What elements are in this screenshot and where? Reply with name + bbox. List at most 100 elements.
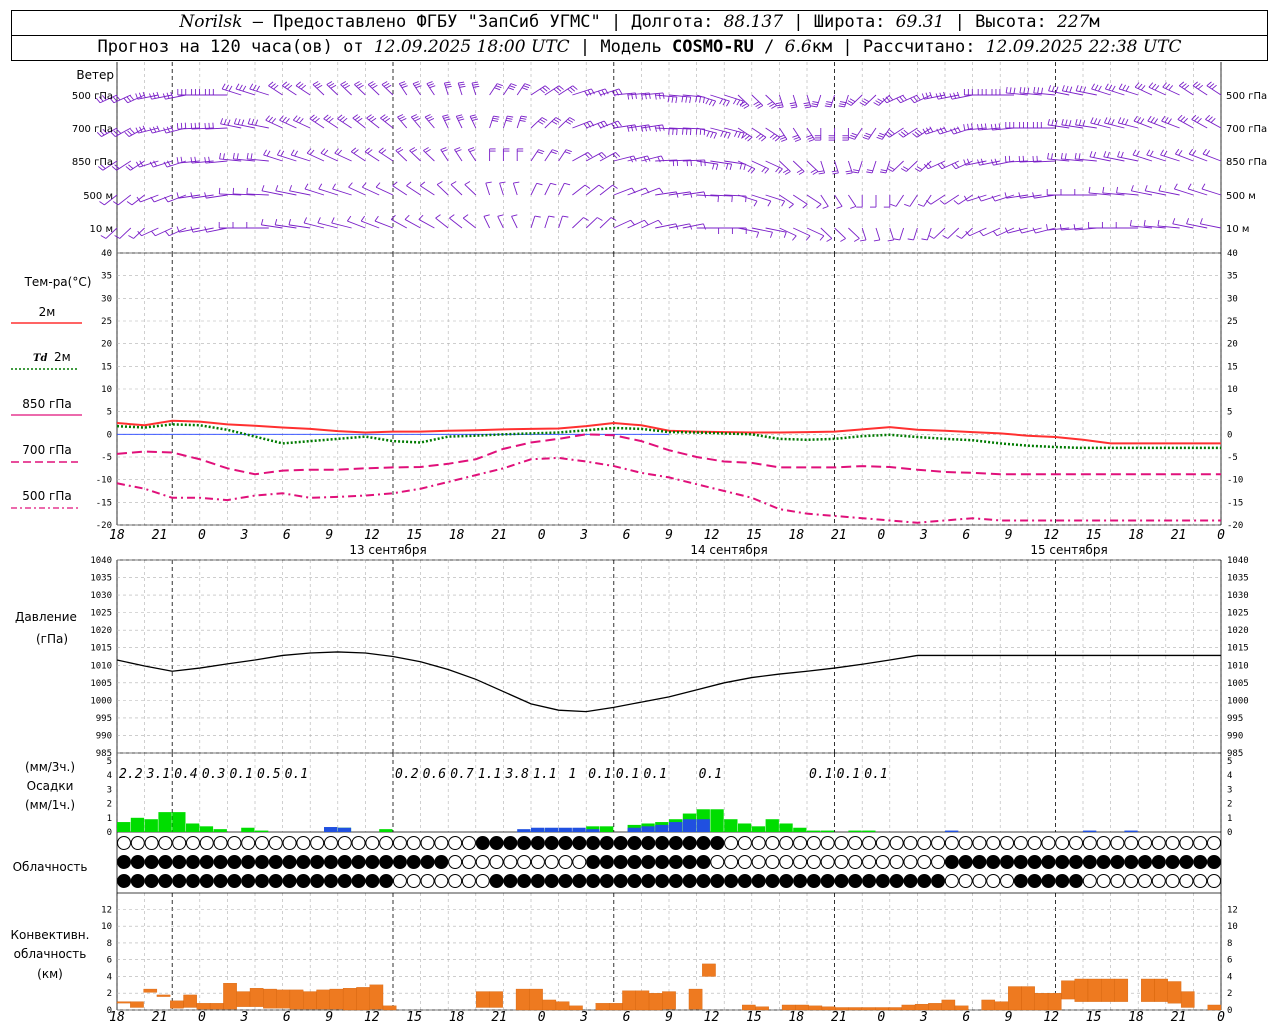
precip-3h-value: 0.3 [202,767,225,782]
wind-barb-feather [584,90,588,97]
wind-barb [558,183,565,196]
wind-barb-feather [381,81,388,85]
wind-barb-feather [1160,149,1164,156]
wind-barb-feather [1107,151,1110,158]
x-tick-label-bottom: 21 [152,1010,168,1024]
wind-barb-feather [1068,120,1072,127]
wind-barb-feather [128,235,134,239]
wind-barb-feather [731,196,733,203]
wind-barb [426,83,435,96]
cloud-cover-symbol [848,855,863,869]
wind-barb-feather [1104,83,1109,90]
x-tick-label: 9 [1005,528,1013,543]
wind-barb-feather [956,235,962,239]
wind-barb-feather [360,215,365,222]
wind-barb-feather [712,100,717,107]
wind-barb-feather [1089,151,1093,158]
cloud-cover-symbol [862,855,877,869]
wind-barb-feather [454,147,461,151]
wind-barb [497,216,504,229]
precip-1h-bar [1083,830,1097,832]
cloud-cover-symbol [1165,836,1180,850]
cloud-cover-symbol [420,874,435,888]
wind-barb-feather [130,128,135,134]
wind-barb-feather [943,126,947,133]
wind-barb-feather [725,163,729,170]
wind-barb-feather [804,104,811,107]
pressure-tick-right: 1020 [1227,626,1249,636]
wind-barb-feather [534,215,541,218]
temp-tick-right: 25 [1227,317,1238,327]
wind-barb-feather [275,185,279,192]
wind-barb [792,127,802,140]
wind-barb-feather [893,238,900,241]
wind-barb-feather [852,171,859,174]
wind-barb-feather [807,136,814,140]
date-label: 14 сентября [690,543,767,557]
x-tick-label: 21 [152,528,168,543]
pressure-tick-left: 990 [96,731,112,741]
cloud-cover-symbol [1165,874,1180,888]
temp-tick-right: 40 [1227,249,1238,259]
pressure-tick-right: 1025 [1227,609,1249,619]
wind-barb-feather [755,133,762,139]
wind-barb [467,149,477,162]
wind-barb-feather [929,91,933,98]
wind-barb-feather [232,152,235,159]
cloud-cover-symbol [448,836,463,850]
precip-3h-bar [724,819,738,832]
wind-barb-feather [409,147,416,151]
wind-barb [793,227,811,237]
wind-barb-feather [1146,149,1151,156]
pressure-tick-right: 1015 [1227,644,1249,654]
conv-cloud-bar [702,963,716,977]
wind-barb-feather [921,238,928,241]
wind-barb-feather [370,117,377,123]
wind-barb-feather [904,203,911,207]
cloud-cover-symbol [793,836,808,850]
cloud-cover-symbol [641,874,656,888]
wind-barb-feather [1091,83,1095,90]
cloud-cover-symbol [917,855,932,869]
wind-barb-feather [612,153,618,159]
wind-barb-feather [1211,84,1217,90]
wind-barb-feather [1168,85,1174,91]
precip-3h-bar [117,822,131,832]
wind-barb-feather [303,217,308,224]
wind-barb-feather [509,85,516,89]
cloud-cover-symbol [1027,836,1042,850]
wind-barb-feather [331,217,335,224]
wind-barb-feather [839,101,847,104]
wind-barb [454,149,463,162]
wind-barb-feather [1005,86,1008,93]
conv-cloud-bar [981,999,996,1011]
x-tick-label: 21 [1171,528,1187,543]
wind-barb-feather [1186,218,1190,225]
wind-barb-feather [261,185,265,192]
precip-1h-bar [655,824,669,832]
wind-barb-feather [1075,85,1079,92]
cloud-cover-symbol [944,855,959,869]
wind-barb-feather [511,214,518,217]
td-legend-level: 2м [54,350,71,364]
wind-barb-feather [381,149,387,154]
wind-barb [155,227,173,237]
x-tick-label: 18 [449,528,465,543]
cloud-cover-symbol [889,874,904,888]
wind-barb-feather [304,183,309,190]
wind-barb-feather [495,85,502,89]
wind-barb-feather [265,115,270,121]
cloud-cover-symbol [958,874,973,888]
wind-barb [913,227,918,241]
wind-barb-feather [358,84,364,89]
conv-cloud-bar [489,991,503,1008]
wind-barb-feather [727,132,731,139]
wind-barb-feather [954,162,960,168]
cloud-cover-symbol [627,836,642,850]
cloud-cover-symbol [448,855,463,869]
precip-tick-right: 2 [1227,800,1232,810]
wind-barb-feather [817,170,825,173]
cloud-cover-symbol [1124,836,1139,850]
cloud-cover-symbol [696,855,711,869]
wind-barb-feather [717,196,719,203]
